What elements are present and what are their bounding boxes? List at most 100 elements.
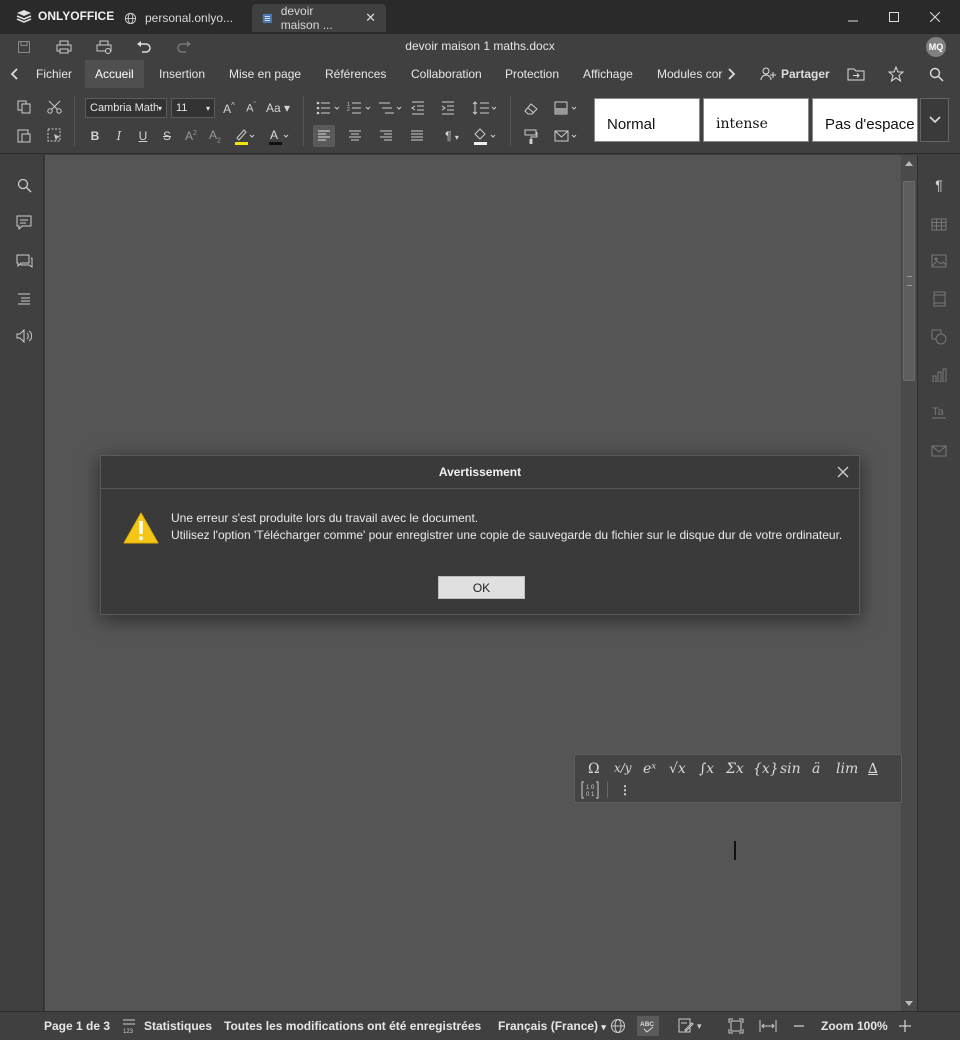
align-right-button[interactable]: [375, 125, 397, 147]
styles-expand-button[interactable]: [920, 98, 949, 142]
align-left-button[interactable]: [313, 125, 335, 147]
user-avatar[interactable]: MQ: [926, 37, 946, 57]
bold-button[interactable]: B: [84, 125, 106, 147]
style-pas-espace[interactable]: Pas d'espace: [812, 98, 918, 142]
clear-style-button[interactable]: [520, 97, 542, 119]
decrease-font-button[interactable]: Aˇ: [240, 97, 262, 119]
tab-personal[interactable]: personal.onlyo...: [114, 4, 250, 32]
scroll-up-button[interactable]: [904, 158, 914, 168]
zoom-level[interactable]: Zoom 100%: [821, 1019, 888, 1033]
eq-symbols-button[interactable]: Ω: [588, 761, 600, 777]
strikethrough-button[interactable]: S: [156, 125, 178, 147]
eq-integral-button[interactable]: ∫x: [699, 761, 714, 777]
menu-collaboration[interactable]: Collaboration: [401, 60, 492, 88]
paragraph-settings-button[interactable]: ¶: [928, 174, 950, 196]
table-settings-button[interactable]: [928, 213, 950, 235]
decrease-indent-button[interactable]: [407, 97, 429, 119]
increase-font-button[interactable]: A^: [218, 97, 240, 119]
zoom-out-button[interactable]: [792, 1019, 806, 1033]
open-location-button[interactable]: [846, 65, 866, 83]
underline-button[interactable]: U: [132, 125, 154, 147]
eq-function-button[interactable]: sin: [780, 761, 801, 777]
color-scheme-button[interactable]: [552, 97, 582, 119]
mail-merge-settings-button[interactable]: [928, 440, 950, 462]
justify-button[interactable]: [406, 125, 428, 147]
print-button[interactable]: [54, 38, 74, 56]
statistics-button[interactable]: Statistiques: [144, 1019, 212, 1033]
eq-matrix-button[interactable]: 1 00 1: [581, 781, 599, 799]
redo-button[interactable]: [174, 38, 194, 56]
share-button[interactable]: Partager: [760, 67, 830, 81]
eq-accent-button[interactable]: ä: [812, 761, 820, 777]
menu-protection[interactable]: Protection: [495, 60, 569, 88]
eq-fraction-button[interactable]: x/y: [614, 761, 632, 775]
scroll-left-button[interactable]: [4, 65, 24, 83]
image-settings-button[interactable]: [928, 250, 950, 272]
favorite-button[interactable]: [886, 65, 906, 83]
eq-bracket-button[interactable]: {x}: [753, 761, 779, 777]
menu-affichage[interactable]: Affichage: [573, 60, 643, 88]
bullet-list-button[interactable]: [314, 97, 344, 119]
undo-button[interactable]: [134, 38, 154, 56]
chat-button[interactable]: [13, 250, 35, 272]
header-footer-settings-button[interactable]: [928, 288, 950, 310]
shape-settings-button[interactable]: [928, 326, 950, 348]
eq-more-button[interactable]: ⋮: [619, 782, 631, 798]
find-button[interactable]: [13, 174, 35, 196]
copy-button[interactable]: [13, 96, 35, 118]
track-changes-button[interactable]: ▾: [678, 1018, 702, 1034]
dialog-close-button[interactable]: [835, 464, 851, 480]
scroll-down-button[interactable]: [904, 998, 914, 1008]
chart-settings-button[interactable]: [928, 364, 950, 386]
maximize-button[interactable]: [871, 4, 917, 30]
paste-button[interactable]: [13, 124, 35, 146]
font-color-button[interactable]: A: [263, 125, 293, 147]
cut-button[interactable]: [43, 96, 65, 118]
change-case-button[interactable]: Aa ▾: [264, 97, 292, 119]
multilevel-list-button[interactable]: [376, 97, 406, 119]
speech-button[interactable]: [13, 325, 35, 347]
menu-fichier[interactable]: Fichier: [26, 60, 82, 88]
scroll-right-button[interactable]: [722, 65, 742, 83]
eq-limit-button[interactable]: lim: [836, 761, 858, 777]
menu-mise-en-page[interactable]: Mise en page: [219, 60, 311, 88]
tab-document[interactable]: devoir maison ... ✕: [252, 4, 386, 32]
menu-modules[interactable]: Modules cor: [647, 60, 723, 88]
nonprinting-chars-button[interactable]: ¶ ▾: [438, 125, 466, 147]
quick-print-button[interactable]: [94, 38, 114, 56]
align-center-button[interactable]: [344, 125, 366, 147]
italic-button[interactable]: I: [108, 125, 130, 147]
close-tab-icon[interactable]: ✕: [365, 10, 376, 26]
spellcheck-button[interactable]: ABC: [637, 1016, 659, 1036]
scrollbar-thumb[interactable]: [903, 181, 915, 381]
ok-button[interactable]: OK: [438, 576, 525, 599]
eq-script-button[interactable]: eˣ: [643, 761, 656, 777]
menu-insertion[interactable]: Insertion: [149, 60, 215, 88]
eq-radical-button[interactable]: √x: [669, 761, 686, 777]
mail-merge-button[interactable]: [552, 125, 582, 147]
language-select[interactable]: Français (France) ▾: [498, 1019, 606, 1033]
eq-operator-button[interactable]: ∆: [868, 761, 878, 777]
menu-accueil[interactable]: Accueil: [85, 60, 144, 88]
minimize-button[interactable]: [830, 4, 876, 30]
select-all-button[interactable]: [43, 124, 65, 146]
zoom-in-button[interactable]: [898, 1019, 912, 1033]
textart-settings-button[interactable]: Ta: [928, 401, 950, 423]
numbered-list-button[interactable]: 12: [345, 97, 375, 119]
fit-page-button[interactable]: [728, 1018, 744, 1034]
vertical-scrollbar[interactable]: [901, 155, 917, 1011]
highlight-color-button[interactable]: [229, 125, 259, 147]
navigation-button[interactable]: [13, 288, 35, 310]
save-button[interactable]: [14, 38, 34, 56]
font-size-select[interactable]: 11 ▾: [171, 98, 215, 118]
fit-width-button[interactable]: [759, 1019, 777, 1033]
eq-large-operator-button[interactable]: Σx: [726, 761, 744, 777]
menu-references[interactable]: Références: [315, 60, 396, 88]
copy-style-button[interactable]: [520, 125, 542, 147]
doc-language-button[interactable]: [610, 1018, 626, 1034]
line-spacing-button[interactable]: [470, 97, 500, 119]
close-window-button[interactable]: [912, 4, 958, 30]
subscript-button[interactable]: A2: [204, 125, 226, 147]
font-name-select[interactable]: Cambria Math ▾: [85, 98, 167, 118]
increase-indent-button[interactable]: [437, 97, 459, 119]
